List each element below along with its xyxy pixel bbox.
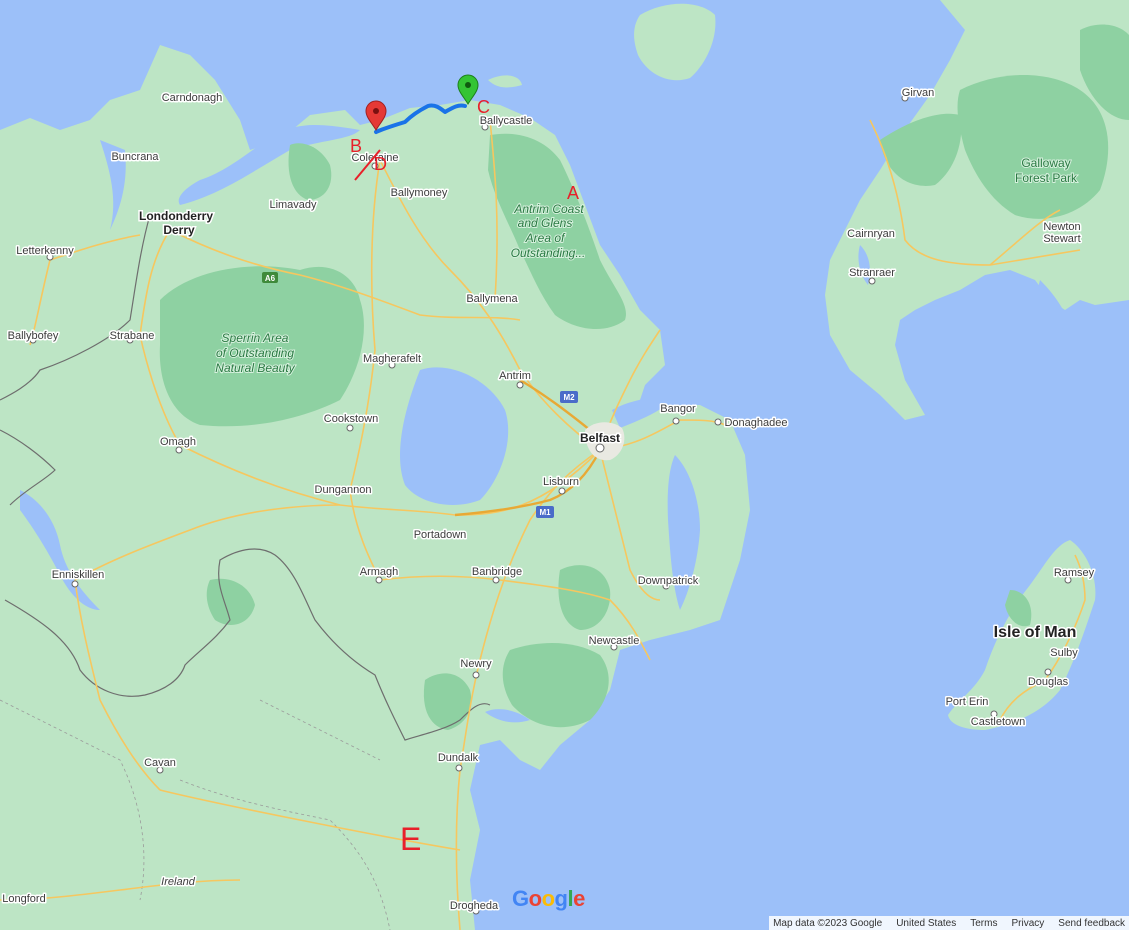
- label-portadown: Portadown: [414, 529, 467, 541]
- label-ireland: Ireland: [161, 876, 196, 888]
- label-banbridge: Banbridge: [472, 566, 522, 578]
- svg-text:M2: M2: [563, 393, 575, 402]
- label-antrim-coast-4: Outstanding...: [511, 246, 586, 260]
- label-belfast: Belfast: [580, 431, 620, 445]
- label-dungannon: Dungannon: [315, 484, 372, 496]
- label-buncrana: Buncrana: [111, 151, 159, 163]
- annotation-e: E: [400, 821, 421, 857]
- map-canvas[interactable]: A6 M2 M1 Carndonagh Buncrana Londonderry…: [0, 0, 1129, 930]
- svg-text:A6: A6: [265, 274, 276, 283]
- label-newton: Newton: [1043, 221, 1080, 233]
- label-armagh: Armagh: [360, 566, 399, 578]
- label-lisburn: Lisburn: [543, 476, 579, 488]
- label-bangor: Bangor: [660, 403, 696, 415]
- label-sperrin-1: Sperrin Area: [222, 331, 289, 345]
- label-limavady: Limavady: [269, 199, 317, 211]
- label-stewart: Stewart: [1043, 233, 1080, 245]
- annotation-c: C: [477, 97, 490, 117]
- label-girvan: Girvan: [902, 87, 934, 99]
- annotation-d: D: [374, 154, 387, 174]
- label-omagh: Omagh: [160, 436, 196, 448]
- google-logo: Google: [512, 886, 585, 911]
- label-downpatrick: Downpatrick: [638, 575, 699, 587]
- road-shield-m1: M1: [536, 506, 554, 518]
- label-cairnryan: Cairnryan: [847, 228, 895, 240]
- road-shield-a6: A6: [262, 272, 278, 283]
- label-ramsey: Ramsey: [1054, 567, 1095, 579]
- label-galloway-2: Forest Park: [1015, 171, 1078, 185]
- label-sperrin-3: Natural Beauty: [215, 361, 295, 375]
- label-douglas: Douglas: [1028, 676, 1069, 688]
- map-data-text: Map data ©2023 Google: [773, 917, 883, 929]
- label-castletown: Castletown: [971, 716, 1025, 728]
- label-newcastle: Newcastle: [589, 635, 640, 647]
- label-dundalk: Dundalk: [438, 752, 479, 764]
- label-antrim-coast-3: Area of: [525, 231, 566, 245]
- label-donaghadee: Donaghadee: [724, 417, 787, 429]
- send-feedback-link[interactable]: Send feedback: [1058, 918, 1125, 929]
- label-isle-of-man: Isle of Man: [994, 624, 1077, 641]
- label-carndonagh: Carndonagh: [162, 92, 223, 104]
- label-ballybofey: Ballybofey: [8, 330, 59, 342]
- label-drogheda: Drogheda: [450, 900, 499, 912]
- label-londonderry: Londonderry: [139, 209, 213, 223]
- label-letterkenny: Letterkenny: [16, 245, 74, 257]
- label-antrim-coast-1: Antrim Coast: [513, 202, 584, 216]
- label-port-erin: Port Erin: [946, 696, 989, 708]
- label-magherafelt: Magherafelt: [363, 353, 421, 365]
- terms-link[interactable]: Terms: [970, 918, 997, 929]
- annotation-a: A: [567, 183, 579, 203]
- privacy-link[interactable]: Privacy: [1011, 918, 1044, 929]
- label-longford: Longford: [2, 893, 45, 905]
- label-enniskillen: Enniskillen: [52, 569, 105, 581]
- label-stranraer: Stranraer: [849, 267, 895, 279]
- annotation-b: B: [350, 136, 362, 156]
- label-ballymena: Ballymena: [466, 293, 518, 305]
- road-shield-m2: M2: [560, 391, 578, 403]
- label-derry: Derry: [163, 223, 195, 237]
- label-newry: Newry: [460, 658, 492, 670]
- label-antrim: Antrim: [499, 370, 531, 382]
- label-strabane: Strabane: [110, 330, 155, 342]
- label-sulby: Sulby: [1050, 647, 1078, 659]
- label-galloway-1: Galloway: [1021, 156, 1070, 170]
- label-sperrin-2: of Outstanding: [216, 346, 294, 360]
- map-attribution-bar: Map data ©2023 Google United States Term…: [769, 916, 1129, 930]
- svg-text:M1: M1: [539, 508, 551, 517]
- label-cookstown: Cookstown: [324, 413, 378, 425]
- label-cavan: Cavan: [144, 757, 176, 769]
- label-antrim-coast-2: and Glens: [518, 216, 573, 230]
- region-link[interactable]: United States: [896, 918, 956, 929]
- label-ballymoney: Ballymoney: [391, 187, 448, 199]
